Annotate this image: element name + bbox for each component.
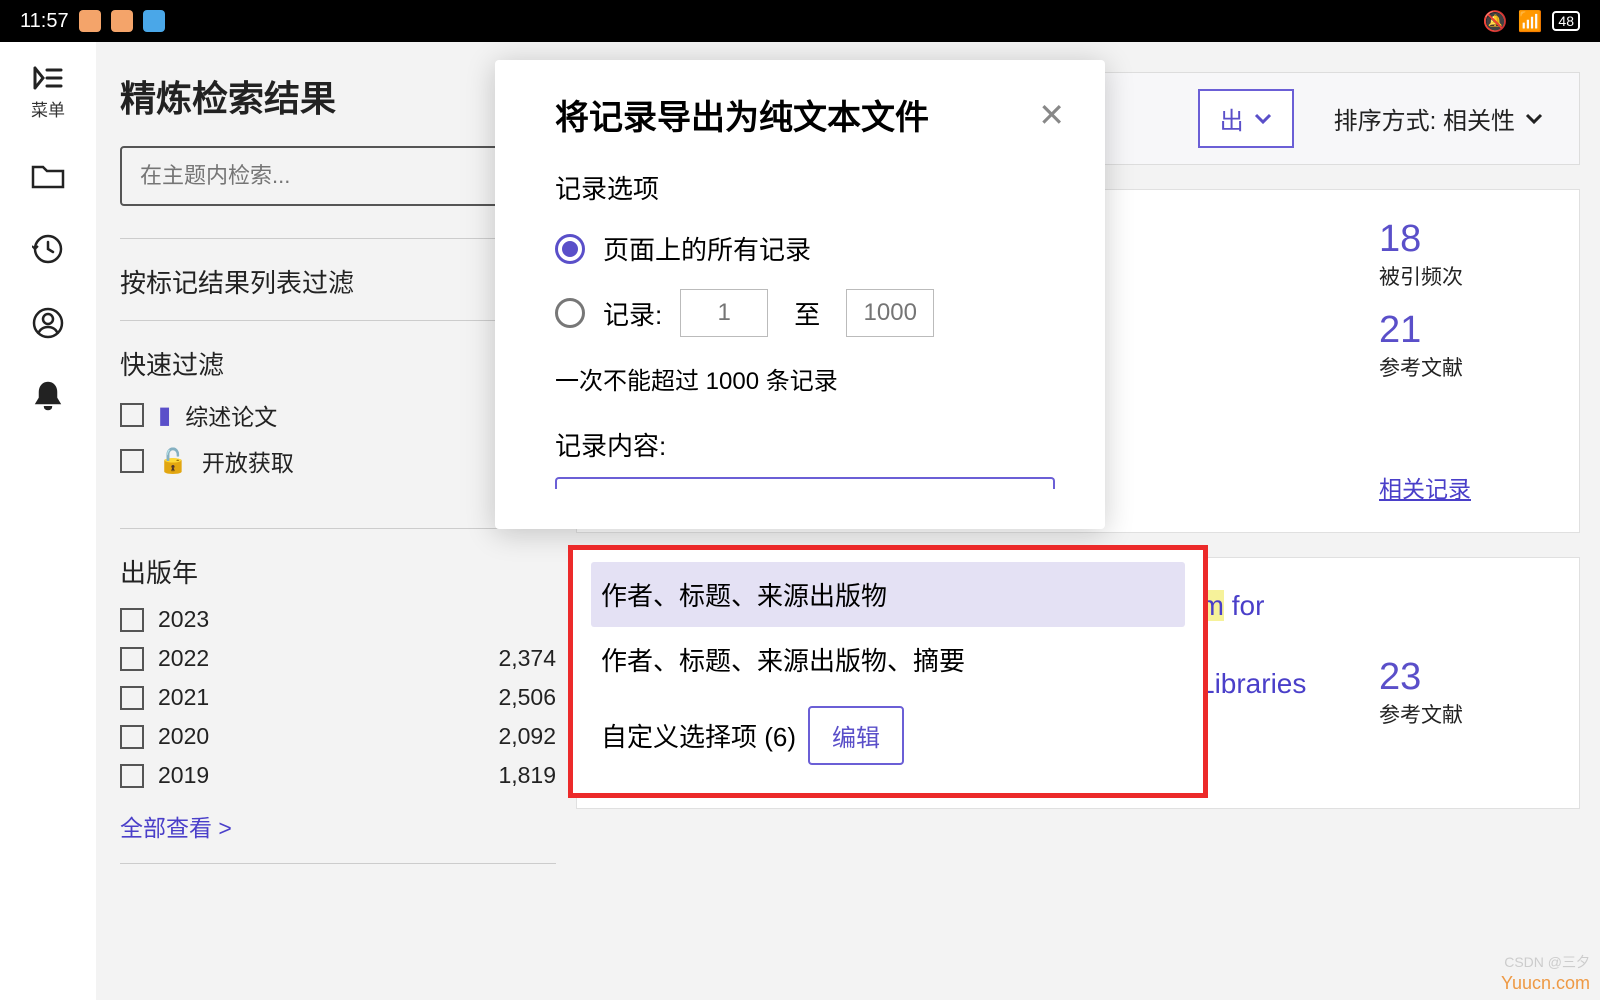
export-modal: 将记录导出为纯文本文件 ✕ 记录选项 页面上的所有记录 记录: 至 一次不能超过… xyxy=(495,60,1105,529)
radio-icon[interactable] xyxy=(555,234,585,264)
csdn-watermark: CSDN @三夕 xyxy=(1504,952,1590,972)
radio-all-on-page[interactable]: 页面上的所有记录 xyxy=(555,230,1045,267)
dropdown-option-1[interactable]: 作者、标题、来源出版物 xyxy=(591,562,1185,627)
range-to-input[interactable] xyxy=(846,289,934,337)
radio-icon[interactable] xyxy=(555,298,585,328)
dropdown-option-custom[interactable]: 自定义选择项 (6) 编辑 xyxy=(591,706,1185,765)
modal-title: 将记录导出为纯文本文件 xyxy=(555,90,929,139)
content-dropdown: 作者、标题、来源出版物 作者、标题、来源出版物、摘要 自定义选择项 (6) 编辑 xyxy=(568,545,1208,798)
record-options-heading: 记录选项 xyxy=(555,169,1045,206)
dropdown-option-2[interactable]: 作者、标题、来源出版物、摘要 xyxy=(591,627,1185,692)
content-label: 记录内容: xyxy=(555,426,1045,463)
modal-backdrop: 将记录导出为纯文本文件 ✕ 记录选项 页面上的所有记录 记录: 至 一次不能超过… xyxy=(0,0,1600,1000)
close-icon[interactable]: ✕ xyxy=(1038,96,1065,134)
yuucn-watermark: Yuucn.com xyxy=(1501,973,1590,994)
radio-range[interactable]: 记录: 至 xyxy=(555,289,1045,337)
edit-button[interactable]: 编辑 xyxy=(808,706,904,765)
limit-hint: 一次不能超过 1000 条记录 xyxy=(555,361,1045,396)
range-from-input[interactable] xyxy=(680,289,768,337)
